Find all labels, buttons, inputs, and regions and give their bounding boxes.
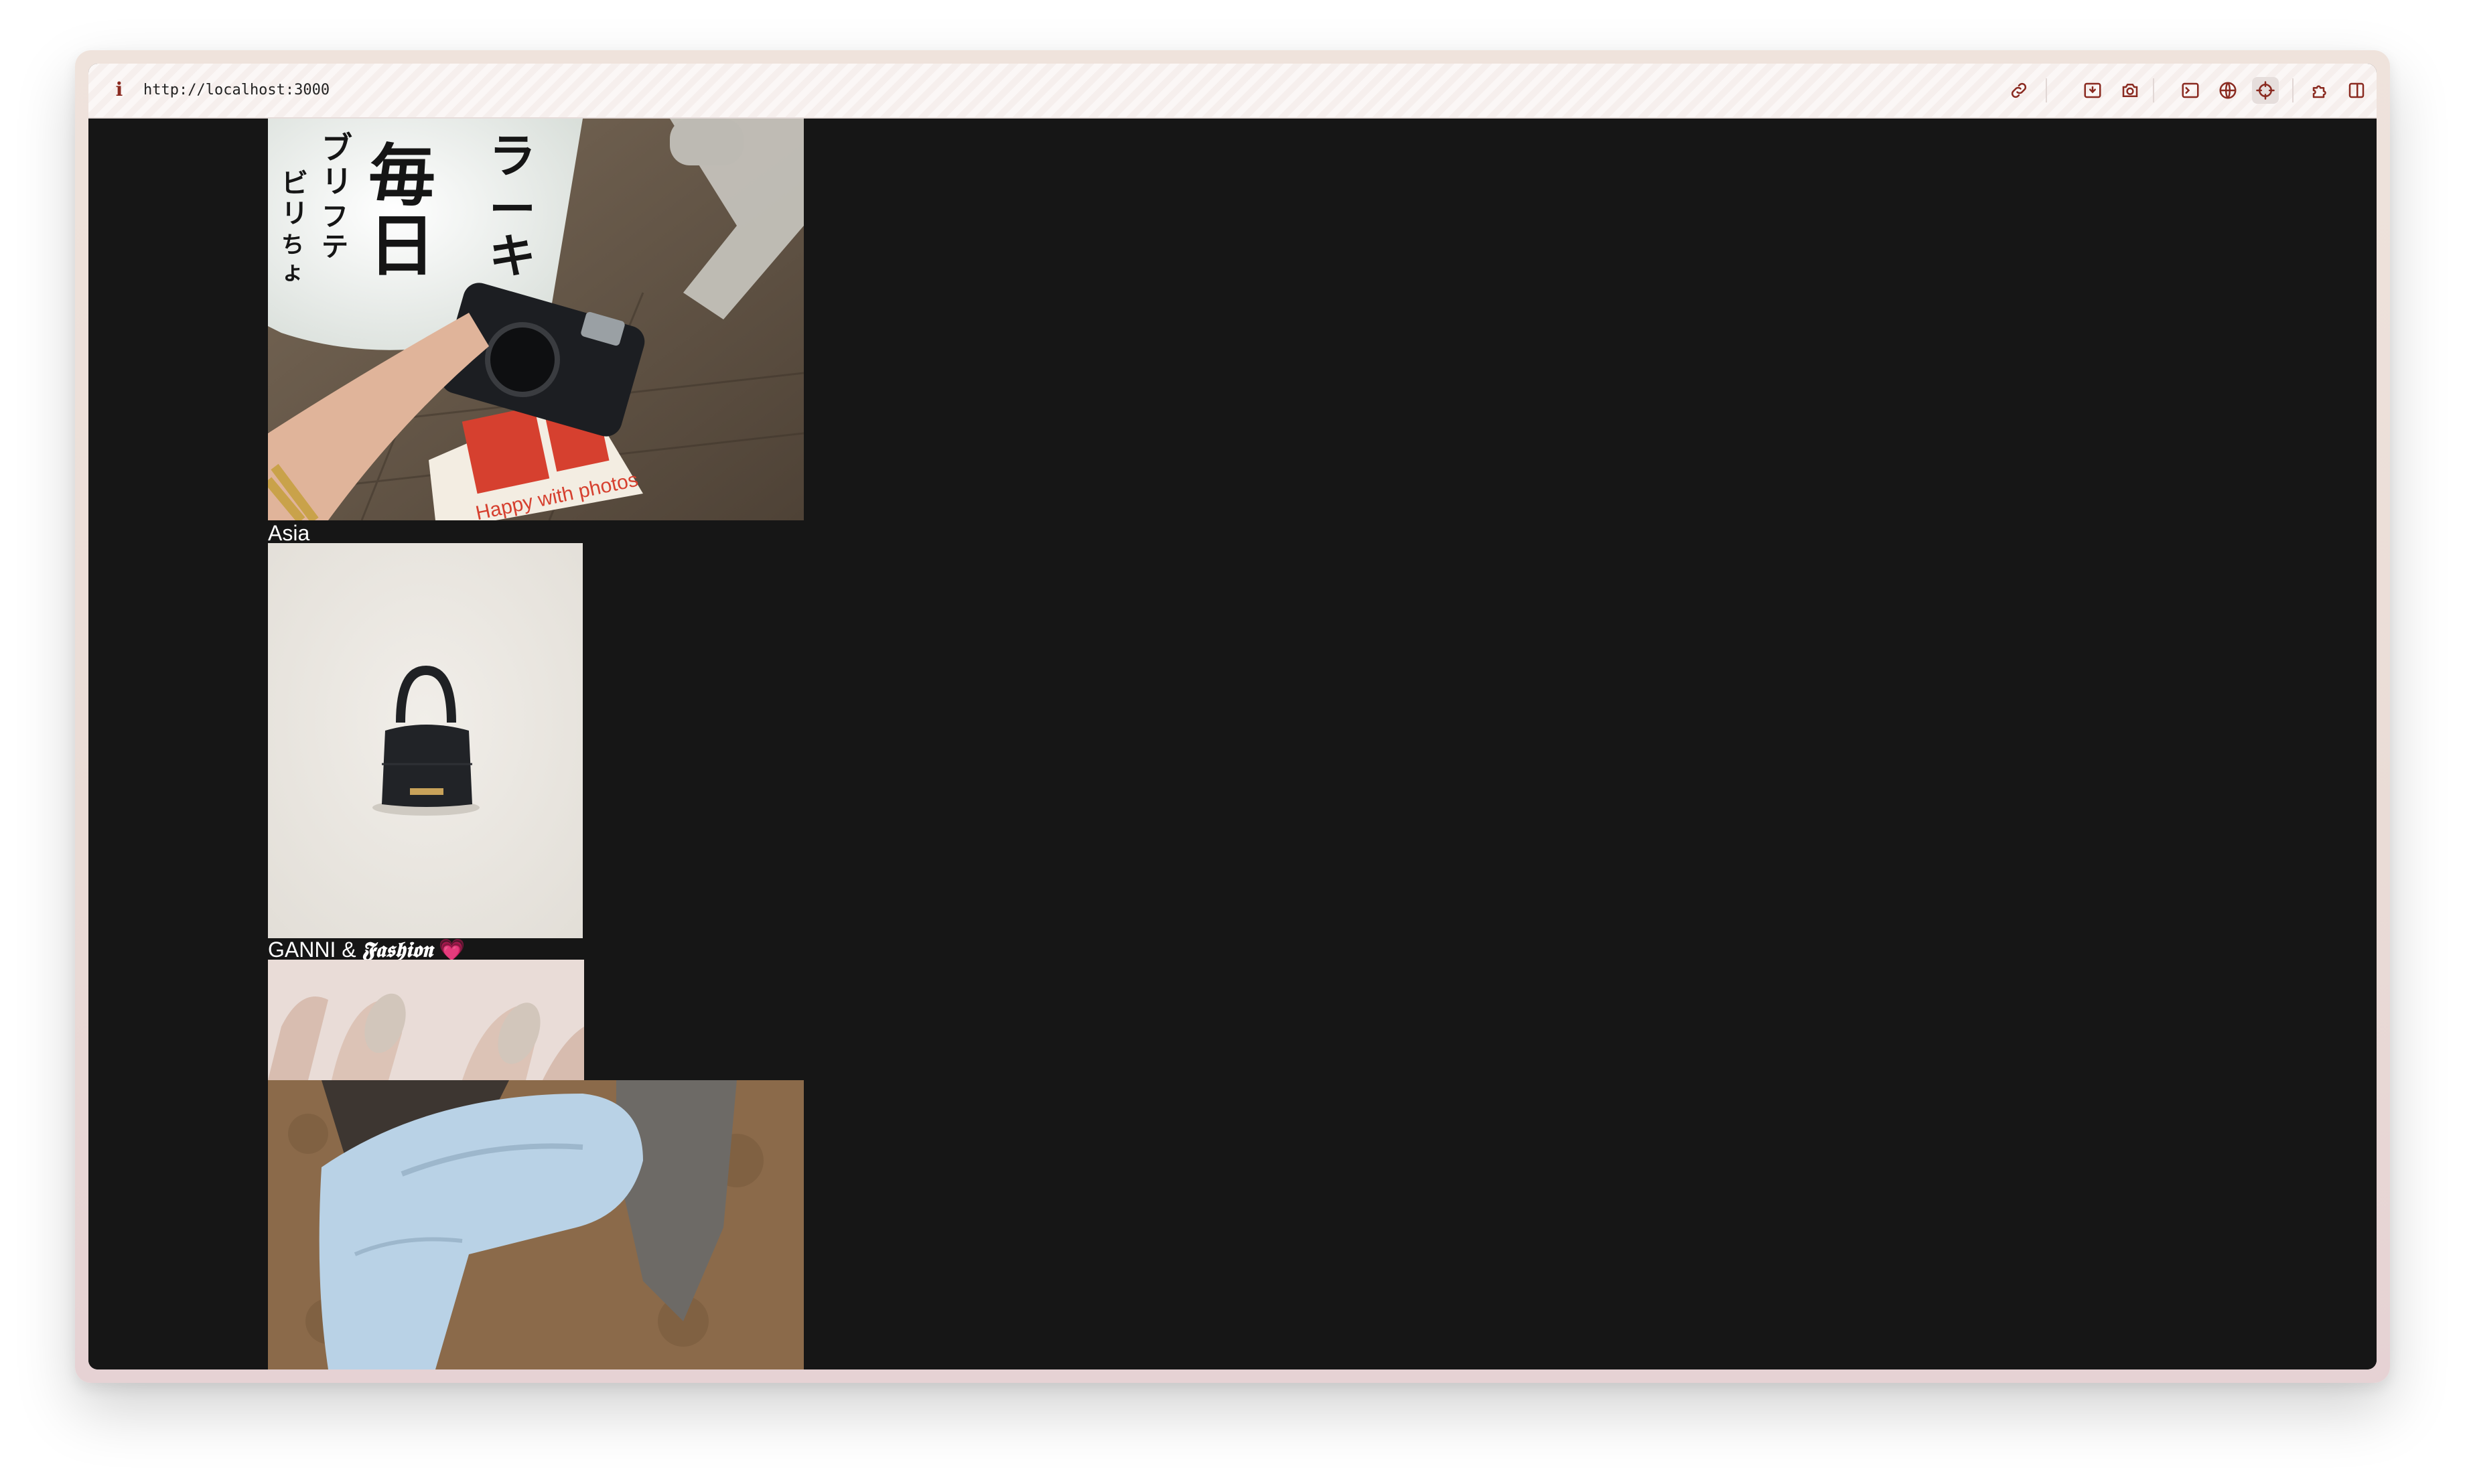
manicured-nails[interactable] [268,960,584,1080]
browser-toolbar: i http://localhost:3000 [88,64,2377,119]
globe-icon[interactable] [2214,77,2241,104]
svg-text:ょ: ょ [281,258,304,285]
url-bar[interactable]: http://localhost:3000 [143,78,330,102]
camera-icon[interactable] [2117,77,2143,104]
svg-text:日: 日 [368,206,435,285]
svg-text:毎: 毎 [368,136,435,215]
svg-text:フ: フ [322,201,348,232]
svg-text:テ: テ [322,231,348,263]
toolbar-separator [2292,78,2294,102]
toolbar-separator [2046,78,2047,102]
sidebar-icon[interactable] [2343,77,2370,104]
svg-text:ブ: ブ [322,130,352,166]
post-caption: Asia [268,521,310,545]
svg-text:リ: リ [322,163,352,200]
svg-text:キ: キ [489,228,536,284]
camera-photo-japanese-sign[interactable]: 毎 日 ラ ー キ ブ リ ビ リ フ テ ち ょ Happy with pho… [268,119,804,520]
svg-text:ビ: ビ [281,167,308,199]
svg-text:ち: ち [281,232,304,258]
svg-text:リ: リ [281,198,308,229]
page-content: 毎 日 ラ ー キ ブ リ ビ リ フ テ ち ょ Happy with pho… [88,119,2377,1369]
download-icon[interactable] [2079,77,2106,104]
link-icon[interactable] [2005,77,2032,104]
svg-text:ラ: ラ [489,128,536,183]
toolbar-separator [2153,78,2154,102]
caption-suffix: 💗 [432,938,466,962]
caption-fancy: 𝕱𝖆𝖘𝖍𝖎𝖔𝖓 [362,937,433,962]
crosshair-icon[interactable] [2252,77,2279,104]
puzzle-icon[interactable] [2307,77,2334,104]
post-caption: GANNI & 𝕱𝖆𝖘𝖍𝖎𝖔𝖓 💗 [268,938,466,961]
info-icon[interactable]: i [113,78,126,101]
caption-prefix: GANNI & [268,938,362,962]
terminal-icon[interactable] [2177,77,2204,104]
black-mini-handbag[interactable] [268,543,583,938]
jeans-and-tweed-blazer[interactable] [268,1080,804,1369]
browser-window: i http://localhost:3000 毎 日 ラ ー キ ブ リ ビ … [75,50,2390,1383]
browser-inner: i http://localhost:3000 毎 日 ラ ー キ ブ リ ビ … [88,64,2377,1369]
desktop: i http://localhost:3000 毎 日 ラ ー キ ブ リ ビ … [0,0,2465,1484]
